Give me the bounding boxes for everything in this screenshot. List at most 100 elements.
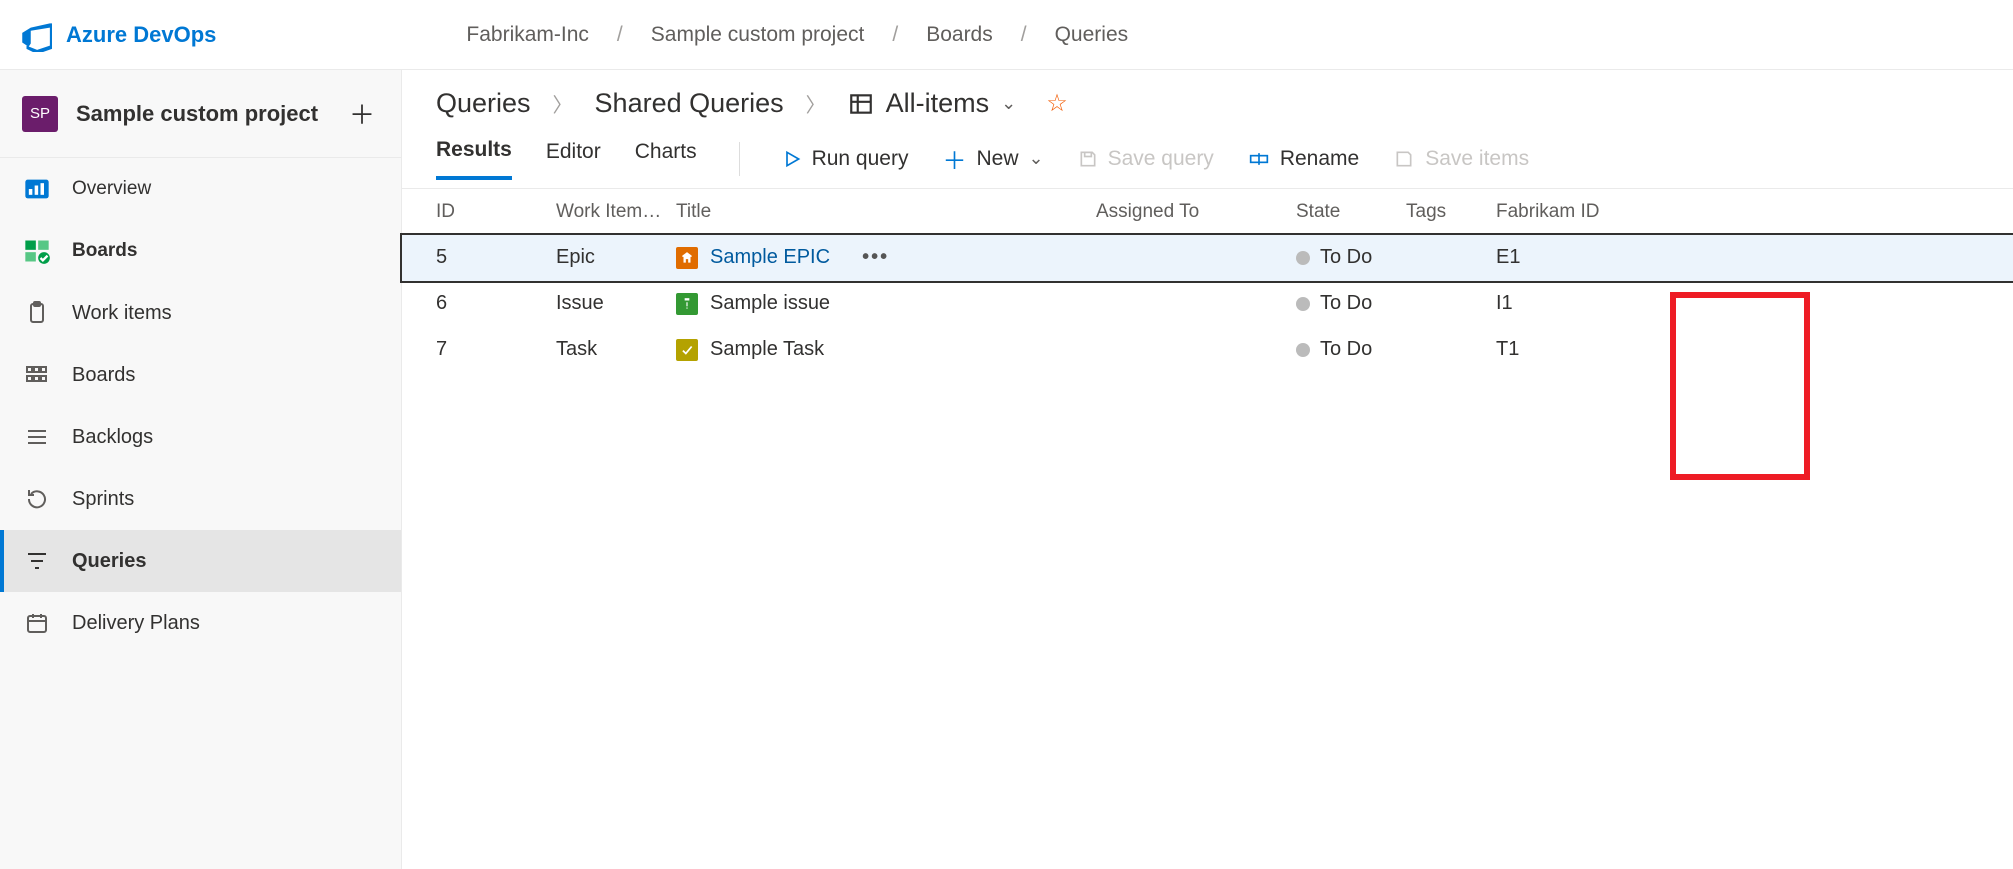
query-icon [848, 91, 874, 117]
results-table: ID Work Item… Title Assigned To State Ta… [402, 189, 2013, 373]
sidebar-item-work-items[interactable]: Work items [0, 282, 401, 344]
sidebar-sprints-label: Sprints [72, 488, 134, 511]
delivery-plans-icon [22, 608, 52, 638]
new-label: New [976, 147, 1018, 171]
cell-title: Sample issue [676, 292, 1096, 315]
breadcrumb-top: Fabrikam-Inc / Sample custom project / B… [466, 23, 1128, 47]
col-fabrikam[interactable]: Fabrikam ID [1496, 201, 1676, 223]
breadcrumb-area[interactable]: Boards [926, 23, 993, 47]
col-state[interactable]: State [1296, 201, 1406, 223]
content-pane: Queries 〉 Shared Queries 〉 All-items ⌄ ☆… [402, 70, 2013, 869]
crumb-queries[interactable]: Queries [436, 88, 531, 119]
epic-icon [676, 247, 698, 269]
cell-state: To Do [1296, 338, 1406, 361]
tabs-row: Results Editor Charts Run query ＋ New ⌄ … [402, 129, 2013, 189]
task-icon [676, 339, 698, 361]
new-button[interactable]: ＋ New ⌄ [942, 141, 1043, 176]
col-type[interactable]: Work Item… [556, 201, 676, 223]
sidebar-item-overview[interactable]: Overview [0, 158, 401, 220]
crumb-current[interactable]: All-items ⌄ [848, 88, 1017, 119]
divider [739, 142, 740, 176]
sidebar-item-boards-sub[interactable]: Boards [0, 344, 401, 406]
queries-icon [22, 546, 52, 576]
table-header: ID Work Item… Title Assigned To State Ta… [402, 189, 2013, 235]
rename-icon [1248, 149, 1270, 169]
add-icon[interactable]: ＋ [349, 95, 375, 132]
rename-button[interactable]: Rename [1248, 147, 1359, 171]
cell-id: 5 [436, 246, 556, 269]
sidebar-item-boards[interactable]: Boards [0, 220, 401, 282]
save-query-label: Save query [1108, 147, 1214, 171]
sidebar-backlogs-label: Backlogs [72, 426, 153, 449]
sidebar-item-backlogs[interactable]: Backlogs [0, 406, 401, 468]
rename-label: Rename [1280, 147, 1359, 171]
issue-icon [676, 293, 698, 315]
sidebar-item-delivery-plans[interactable]: Delivery Plans [0, 592, 401, 654]
tab-results[interactable]: Results [436, 138, 512, 180]
col-title[interactable]: Title [676, 201, 1096, 223]
breadcrumb-org[interactable]: Fabrikam-Inc [466, 23, 589, 47]
cell-type: Epic [556, 246, 676, 269]
sidebar-work-items-label: Work items [72, 302, 172, 325]
save-items-button: Save items [1393, 147, 1529, 171]
breadcrumb-separator: / [1021, 23, 1027, 47]
sidebar-queries-label: Queries [72, 550, 146, 573]
chevron-down-icon: ⌄ [1001, 93, 1016, 114]
cell-fabrikam: I1 [1496, 292, 1676, 315]
col-tags[interactable]: Tags [1406, 201, 1496, 223]
sidebar-boards-label: Boards [72, 240, 137, 262]
save-items-label: Save items [1425, 147, 1529, 171]
brand-block[interactable]: Azure DevOps [18, 18, 216, 52]
chevron-right-icon: 〉 [806, 89, 826, 118]
breadcrumb-separator: / [892, 23, 898, 47]
crumb-current-label: All-items [886, 88, 990, 119]
table-row[interactable]: 5Epic Sample EPIC ••• To Do E1 [402, 235, 2013, 281]
backlogs-icon [22, 422, 52, 452]
title-link[interactable]: Sample Task [710, 338, 824, 361]
page-breadcrumb: Queries 〉 Shared Queries 〉 All-items ⌄ ☆ [402, 88, 2013, 119]
sidebar-overview-label: Overview [72, 178, 151, 200]
favorite-star-icon[interactable]: ☆ [1046, 89, 1068, 118]
state-dot-icon [1296, 343, 1310, 357]
sidebar-boards-sub-label: Boards [72, 364, 135, 387]
crumb-shared[interactable]: Shared Queries [595, 88, 784, 119]
overview-icon [22, 174, 52, 204]
state-dot-icon [1296, 251, 1310, 265]
row-actions-icon[interactable]: ••• [862, 246, 889, 269]
plus-icon: ＋ [942, 141, 966, 176]
cell-id: 6 [436, 292, 556, 315]
breadcrumb-project[interactable]: Sample custom project [651, 23, 865, 47]
run-query-button[interactable]: Run query [782, 147, 909, 171]
tab-charts[interactable]: Charts [635, 140, 697, 178]
cell-type: Issue [556, 292, 676, 315]
sidebar-item-sprints[interactable]: Sprints [0, 468, 401, 530]
breadcrumb-separator: / [617, 23, 623, 47]
save-query-button: Save query [1078, 147, 1214, 171]
chevron-down-icon: ⌄ [1028, 148, 1043, 169]
save-icon [1078, 149, 1098, 169]
cell-type: Task [556, 338, 676, 361]
boards-icon [22, 236, 52, 266]
cell-state: To Do [1296, 246, 1406, 269]
breadcrumb-page[interactable]: Queries [1055, 23, 1129, 47]
table-row[interactable]: 7TaskSample TaskTo DoT1 [402, 327, 2013, 373]
cell-title: Sample EPIC ••• [676, 246, 1096, 269]
sidebar-item-queries[interactable]: Queries [0, 530, 401, 592]
cell-fabrikam: E1 [1496, 246, 1676, 269]
project-row[interactable]: SP Sample custom project ＋ [0, 70, 401, 158]
top-bar: Azure DevOps Fabrikam-Inc / Sample custo… [0, 0, 2013, 70]
title-link[interactable]: Sample EPIC [710, 246, 830, 269]
col-id[interactable]: ID [436, 201, 556, 223]
col-assigned[interactable]: Assigned To [1096, 201, 1296, 223]
tab-editor[interactable]: Editor [546, 140, 601, 178]
cell-title: Sample Task [676, 338, 1096, 361]
sidebar-delivery-plans-label: Delivery Plans [72, 612, 200, 635]
state-dot-icon [1296, 297, 1310, 311]
sprints-icon [22, 484, 52, 514]
table-row[interactable]: 6IssueSample issueTo DoI1 [402, 281, 2013, 327]
work-items-icon [22, 298, 52, 328]
sidebar: SP Sample custom project ＋ Overview Boar… [0, 70, 402, 869]
title-link[interactable]: Sample issue [710, 292, 830, 315]
cell-fabrikam: T1 [1496, 338, 1676, 361]
brand-text: Azure DevOps [66, 22, 216, 48]
